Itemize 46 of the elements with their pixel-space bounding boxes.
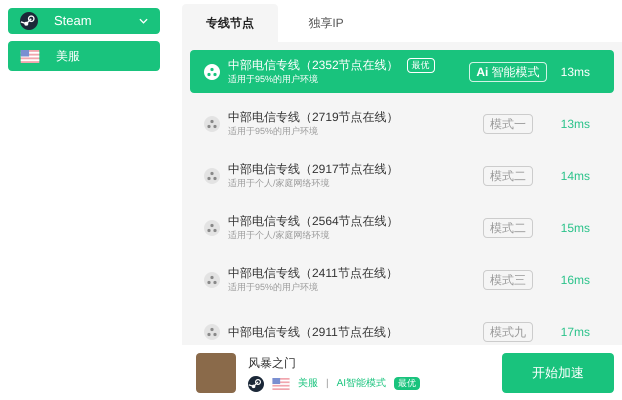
latency-value: 15ms: [560, 220, 590, 236]
node-description: 适用于95%的用户环境: [228, 281, 320, 294]
node-row[interactable]: 中部电信专线（2917节点在线） 适用于个人/家庭网络环境 模式二 14ms: [190, 154, 614, 197]
steam-icon: [20, 12, 38, 30]
mode-label: 模式一: [483, 114, 533, 134]
node-title: 中部电信专线（2911节点在线）: [228, 324, 398, 340]
node-description: 适用于95%的用户环境: [228, 125, 320, 138]
node-title: 中部电信专线（2719节点在线）: [228, 109, 399, 125]
node-row[interactable]: 中部电信专线（2564节点在线） 适用于个人/家庭网络环境 模式二 15ms: [190, 206, 614, 249]
node-description: 适用于95%的用户环境: [228, 73, 320, 86]
mode-label: 模式九: [483, 322, 533, 342]
node-title: 中部电信专线（2564节点在线）: [228, 213, 399, 229]
steam-icon: [248, 376, 264, 392]
mode-label: 模式二: [483, 218, 533, 238]
latency-value: 17ms: [560, 324, 590, 340]
node-row[interactable]: 中部电信专线（2411节点在线） 适用于95%的用户环境 模式三 16ms: [190, 258, 614, 301]
network-icon: [204, 64, 220, 80]
latency-value: 16ms: [560, 272, 590, 288]
mode-label: Ai 智能模式: [469, 62, 547, 82]
network-icon: [204, 220, 220, 236]
latency-value: 13ms: [560, 116, 590, 132]
mode-label: 模式二: [483, 166, 533, 186]
flag-icon: [272, 378, 290, 390]
latency-value: 13ms: [560, 64, 590, 80]
game-title: 风暴之门: [248, 354, 297, 372]
network-icon: [204, 272, 220, 288]
region-label: 美服: [298, 376, 318, 391]
flag-icon: [20, 50, 40, 62]
mode-label: 模式三: [483, 270, 533, 290]
network-icon: [204, 116, 220, 132]
node-row[interactable]: 中部电信专线（2911节点在线） 模式九 17ms: [190, 310, 614, 345]
tab[interactable]: 专线节点: [182, 4, 278, 42]
network-icon: [204, 324, 220, 340]
game-cover-placeholder: [196, 352, 236, 392]
node-title: 中部电信专线（2917节点在线）: [228, 161, 399, 177]
node-description: 适用于个人/家庭网络环境: [228, 229, 331, 242]
best-badge: 最优: [394, 376, 420, 390]
node-title: 中部电信专线（2352节点在线）: [228, 57, 399, 73]
node-description: 适用于个人/家庭网络环境: [228, 177, 331, 190]
latency-value: 14ms: [560, 168, 590, 184]
network-icon: [204, 168, 220, 184]
best-badge: 最优: [406, 58, 435, 72]
node-row[interactable]: 中部电信专线（2719节点在线） 适用于95%的用户环境 模式一 13ms: [190, 102, 614, 145]
mode-label: AI智能模式: [336, 376, 386, 391]
node-title: 中部电信专线（2411节点在线）: [228, 265, 398, 281]
separator-text: |: [326, 377, 329, 391]
